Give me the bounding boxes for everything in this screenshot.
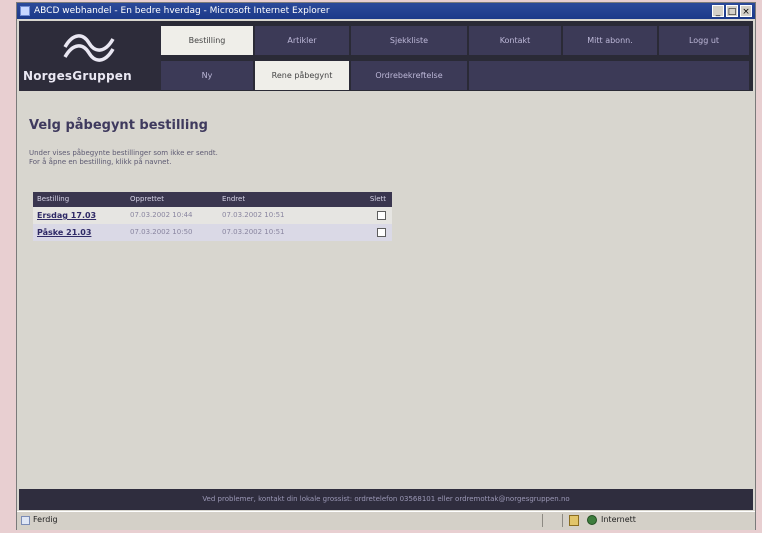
subtab-ordrebekreftelse[interactable]: Ordrebekreftelse [351,61,469,90]
header-slett: Slett [369,195,386,203]
window-title: ABCD webhandel - En bedre hverdag - Micr… [34,6,330,16]
delete-checkbox[interactable] [377,210,386,220]
maximize-button[interactable]: □ [726,5,738,17]
tab-sjekkliste[interactable]: Sjekkliste [351,26,469,55]
status-divider [542,514,543,527]
security-zone: Internett [601,515,636,524]
main-nav: Bestilling Artikler Sjekkliste Kontakt M… [161,26,751,55]
order-link[interactable]: Påske 21.03 [33,224,126,241]
table-row: Påske 21.03 07.03.2002 10:50 07.03.2002 … [33,224,392,241]
intro-text: Under vises påbegynte bestillinger som i… [29,149,218,167]
sub-nav: Ny Rene påbegynt Ordrebekreftelse [161,61,751,90]
minimize-button[interactable]: _ [712,5,724,17]
brand-name: NorgesGruppen [23,69,132,83]
title-bar: ABCD webhandel - En bedre hverdag - Micr… [17,3,755,19]
delete-cell [336,207,392,224]
changed-date: 07.03.2002 10:51 [222,228,285,236]
subtab-ny[interactable]: Ny [161,61,255,90]
site-footer: Ved problemer, kontakt din lokale grossi… [19,489,753,510]
orders-table: Bestilling Opprettet Endret Slett Ersdag… [33,192,392,241]
status-text: Ferdig [33,515,58,524]
header-opprettet[interactable]: Opprettet [126,192,218,207]
page-title: Velg påbegynt bestilling [29,118,208,133]
page-done-icon [21,516,30,525]
tab-abonnement[interactable]: Mitt abonn. [563,26,659,55]
created-date: 07.03.2002 10:44 [130,211,193,219]
subnav-filler [469,61,751,90]
tab-bestilling[interactable]: Bestilling [161,26,255,55]
created-date: 07.03.2002 10:50 [130,228,193,236]
delete-cell [336,224,392,241]
tab-logg-ut[interactable]: Logg ut [659,26,751,55]
subtab-pabegynt[interactable]: Rene påbegynt [255,61,351,90]
order-link[interactable]: Ersdag 17.03 [33,207,126,224]
table-row: Ersdag 17.03 07.03.2002 10:44 07.03.2002… [33,207,392,224]
lock-icon [569,515,579,526]
browser-window: ABCD webhandel - En bedre hverdag - Micr… [16,2,756,530]
header-endret[interactable]: Endret [218,192,336,207]
changed-date: 07.03.2002 10:51 [222,211,285,219]
main-content: Velg påbegynt bestilling Under vises påb… [19,91,753,489]
close-button[interactable]: × [740,5,752,17]
logo[interactable]: NorgesGruppen [19,21,161,91]
tab-kontakt[interactable]: Kontakt [469,26,563,55]
header-bestilling[interactable]: Bestilling [33,192,126,207]
intro-line-1: Under vises påbegynte bestillinger som i… [29,149,218,157]
internet-zone-icon [587,515,597,525]
wave-logo-icon [63,34,115,62]
status-divider [562,514,563,527]
tab-artikler[interactable]: Artikler [255,26,351,55]
window-controls: _ □ × [712,5,752,17]
status-bar: Ferdig Internett [17,511,755,530]
intro-line-2: For å åpne en bestilling, klikk på navne… [29,158,172,166]
delete-checkbox[interactable] [377,227,386,237]
browser-icon [20,6,30,16]
site-header: NorgesGruppen Bestilling Artikler Sjekkl… [19,21,753,91]
table-header: Bestilling Opprettet Endret Slett [33,192,392,207]
